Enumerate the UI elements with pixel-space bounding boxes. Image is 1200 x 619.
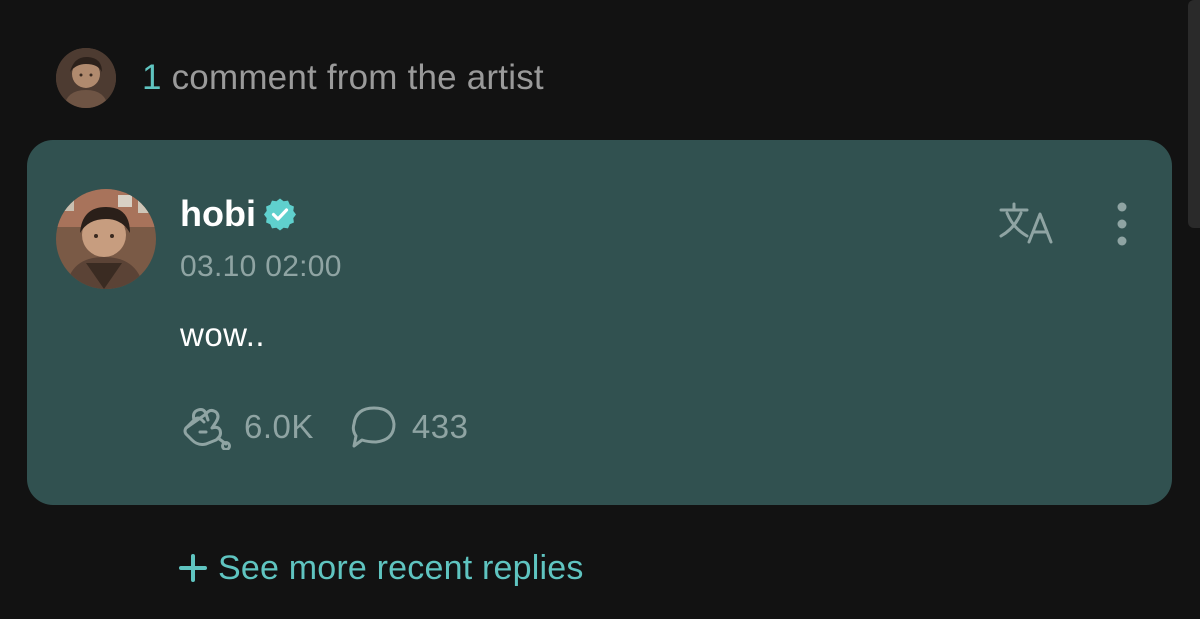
artist-comments-header: 1 comment from the artist bbox=[56, 48, 544, 108]
artist-avatar[interactable] bbox=[56, 48, 116, 108]
author-name[interactable]: hobi bbox=[180, 193, 256, 235]
author-avatar[interactable] bbox=[56, 189, 156, 289]
comment-body: wow.. bbox=[180, 316, 266, 353]
speech-bubble-icon bbox=[351, 406, 396, 448]
verified-badge-icon bbox=[263, 198, 296, 231]
plus-icon bbox=[179, 554, 207, 582]
author-row: hobi bbox=[180, 192, 297, 236]
more-options-button[interactable] bbox=[1107, 200, 1137, 248]
comment-timestamp: 03.10 02:00 bbox=[180, 250, 342, 283]
translate-icon bbox=[999, 202, 1053, 244]
comment-label: comment from the artist bbox=[171, 58, 544, 97]
like-button[interactable]: 6.0K bbox=[180, 404, 314, 450]
translate-button[interactable] bbox=[999, 198, 1059, 248]
reply-count: 433 bbox=[411, 408, 469, 445]
comment-count: 1 bbox=[142, 58, 162, 97]
cheer-icon bbox=[183, 408, 231, 450]
header-text: 1 comment from the artist bbox=[142, 58, 544, 98]
more-vertical-icon bbox=[1117, 202, 1127, 246]
see-more-label: See more recent replies bbox=[218, 548, 584, 587]
scrollbar[interactable] bbox=[1188, 0, 1200, 228]
reply-button[interactable]: 433 bbox=[348, 404, 469, 450]
see-more-replies-button[interactable]: See more recent replies bbox=[178, 545, 584, 591]
comments-section: 1 comment from the artist hobi 03.10 02:… bbox=[0, 0, 1200, 619]
comment-card: hobi 03.10 02:00 wow.. 6.0K 433 bbox=[27, 140, 1172, 505]
comment-stats: 6.0K 433 bbox=[180, 404, 468, 450]
like-count: 6.0K bbox=[244, 408, 314, 445]
